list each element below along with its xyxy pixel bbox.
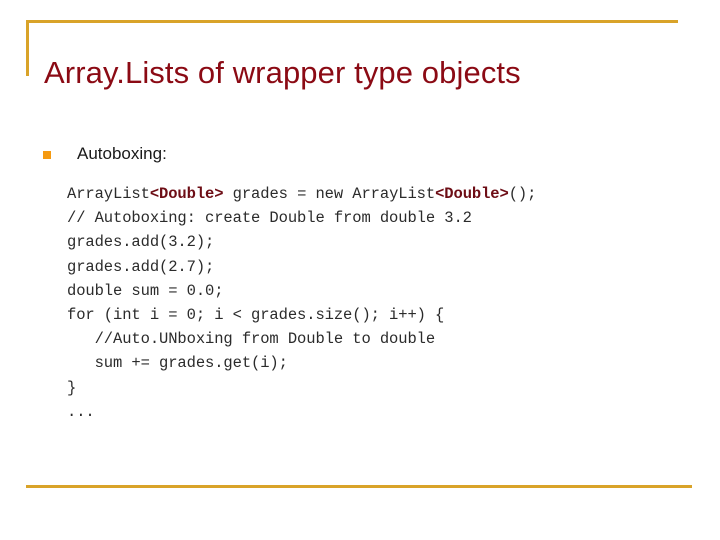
slide-canvas: Array.Lists of wrapper type objects Auto… <box>0 0 720 540</box>
code-text: // Autoboxing: create Double from double… <box>67 209 472 228</box>
code-generic-type: <Double> <box>435 185 509 203</box>
code-line: grades.add(3.2); <box>67 230 707 254</box>
code-text: ... <box>67 402 95 421</box>
title-rule-top <box>26 20 678 23</box>
code-text: grades = new ArrayList <box>223 185 436 203</box>
list-item-label: Autoboxing: <box>77 144 167 163</box>
code-line: //Auto.UNboxing from Double to double <box>67 327 707 351</box>
list-item: Autoboxing: <box>43 143 167 165</box>
title-rule-left <box>26 20 29 76</box>
code-text: grades.add(2.7); <box>67 257 215 276</box>
square-bullet-icon <box>43 151 51 159</box>
code-line: for (int i = 0; i < grades.size(); i++) … <box>67 303 707 327</box>
code-generic-type: <Double> <box>149 185 224 203</box>
page-title: Array.Lists of wrapper type objects <box>44 54 521 90</box>
code-block: ArrayList<Double> grades = new ArrayList… <box>67 182 707 424</box>
code-line: ArrayList<Double> grades = new ArrayList… <box>67 182 707 206</box>
code-text: for (int i = 0; i < grades.size(); i++) … <box>67 306 445 325</box>
code-text: sum += grades.get(i); <box>67 354 288 373</box>
code-text: (); <box>508 185 537 203</box>
code-text: ArrayList <box>67 185 150 203</box>
code-text: //Auto.UNboxing from Double to double <box>67 330 436 349</box>
code-text: grades.add(3.2); <box>67 233 215 252</box>
code-line: // Autoboxing: create Double from double… <box>67 206 707 230</box>
code-text: double sum = 0.0; <box>67 281 224 300</box>
code-text: } <box>67 378 77 397</box>
code-line: sum += grades.get(i); <box>67 351 707 375</box>
code-line: ... <box>67 400 707 424</box>
code-line: grades.add(2.7); <box>67 255 707 279</box>
code-line: double sum = 0.0; <box>67 279 707 303</box>
code-line: } <box>67 376 707 400</box>
footer-rule <box>26 485 692 488</box>
